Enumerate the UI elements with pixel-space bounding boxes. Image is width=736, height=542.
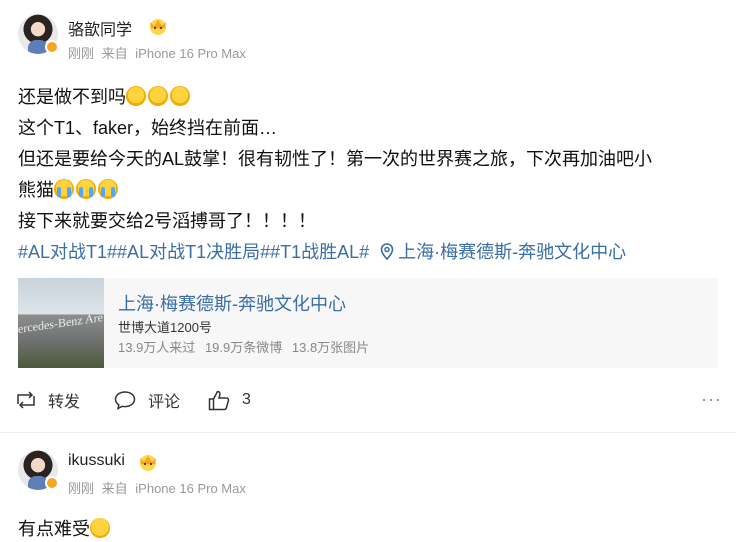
post-card: ikussuki 刚刚 来自 iPhone 16 Pro Max 有点难受	[0, 438, 736, 542]
post-card: 骆歆同学 刚刚 来自 iPhone 16 Pro Max 还是做不到吗 这个T1…	[0, 0, 736, 432]
text-line: 接下来就要交给2号滔搏哥了！！！！	[18, 206, 718, 237]
crown-icon	[140, 455, 156, 471]
post-text: 还是做不到吗 这个T1、faker，始终挡在前面… 但还是要给今天的AL鼓掌！很…	[18, 82, 718, 268]
repost-button[interactable]: 转发	[16, 385, 80, 415]
post-meta: 刚刚 来自 iPhone 16 Pro Max	[68, 43, 250, 62]
location-card-image: ercedes-Benz Are	[18, 278, 104, 368]
like-icon	[208, 390, 230, 410]
text-line-5: 接下来就要交给2号滔搏哥了！！！！	[18, 211, 317, 231]
venue-sign-text: ercedes-Benz Are	[18, 310, 103, 336]
crown-icon	[150, 19, 166, 35]
text-line-1: 还是做不到吗	[18, 87, 126, 107]
hands-over-mouth-emoji-icon	[170, 86, 190, 106]
text-line: 这个T1、faker，始终挡在前面…	[18, 113, 718, 144]
text-line-4: 熊猫	[18, 180, 54, 200]
text-line: 有点难受	[18, 514, 718, 542]
location-pin-icon	[380, 243, 394, 261]
post-from-label: 来自	[101, 46, 128, 61]
author-name[interactable]: ikussuki	[68, 452, 125, 470]
text-line: 还是做不到吗	[18, 82, 718, 113]
verified-badge-icon	[45, 476, 59, 490]
text-line: 但还是要给今天的AL鼓掌！很有韧性了！第一次的世界赛之旅，下次再加油吧小	[18, 144, 718, 175]
post-from-label: 来自	[101, 481, 128, 496]
repost-icon	[17, 391, 35, 409]
crying-emoji-icon	[54, 179, 74, 199]
hashtag-link[interactable]: #AL对战T1#	[18, 242, 117, 262]
location-card-stats: 13.9万人来过 19.9万条微博 13.8万张图片	[118, 337, 375, 356]
post-device: iPhone 16 Pro Max	[135, 46, 246, 61]
crying-emoji-icon	[98, 179, 118, 199]
stat-visits: 13.9万人来过	[118, 340, 196, 355]
post-time: 刚刚	[68, 481, 95, 496]
hashtag-link[interactable]: #AL对战T1决胜局#	[117, 242, 270, 262]
crying-emoji-icon	[76, 179, 96, 199]
repost-label: 转发	[48, 394, 81, 411]
comment-label: 评论	[148, 394, 181, 411]
text-line-1: 有点难受	[18, 519, 90, 539]
author-name[interactable]: 骆歆同学	[68, 16, 132, 40]
stat-posts: 19.9万条微博	[204, 340, 283, 355]
text-line-2: 这个T1、faker，始终挡在前面…	[18, 118, 278, 138]
like-count: 3	[242, 391, 251, 408]
location-card-title: 上海·梅赛德斯-奔驰文化中心	[118, 294, 346, 314]
text-line: 熊猫	[18, 175, 718, 206]
stat-photos: 13.8万张图片	[291, 340, 370, 355]
hashtag-link[interactable]: #T1战胜AL#	[270, 242, 369, 262]
hands-over-mouth-emoji-icon	[126, 86, 146, 106]
action-bar: 转发 评论 3 ···	[0, 385, 736, 415]
comment-icon	[114, 391, 136, 410]
text-line-3: 但还是要给今天的AL鼓掌！很有韧性了！第一次的世界赛之旅，下次再加油吧小	[18, 149, 653, 169]
location-link[interactable]: 上海·梅赛德斯-奔驰文化中心	[398, 242, 626, 262]
post-device: iPhone 16 Pro Max	[135, 481, 246, 496]
location-card[interactable]: ercedes-Benz Are 上海·梅赛德斯-奔驰文化中心 世博大道1200…	[18, 278, 718, 368]
like-button[interactable]: 3	[208, 385, 251, 415]
comment-button[interactable]: 评论	[114, 385, 180, 415]
post-time: 刚刚	[68, 46, 95, 61]
post-meta: 刚刚 来自 iPhone 16 Pro Max	[68, 478, 250, 497]
post-text: 有点难受	[18, 514, 718, 542]
verified-badge-icon	[45, 40, 59, 54]
location-card-address: 世博大道1200号	[118, 320, 212, 335]
hashtag-line: #AL对战T1##AL对战T1决胜局##T1战胜AL# 上海·梅赛德斯-奔驰文化…	[18, 237, 718, 268]
hands-over-mouth-emoji-icon	[148, 86, 168, 106]
more-icon[interactable]: ···	[701, 385, 722, 413]
sad-face-emoji-icon	[90, 518, 110, 538]
